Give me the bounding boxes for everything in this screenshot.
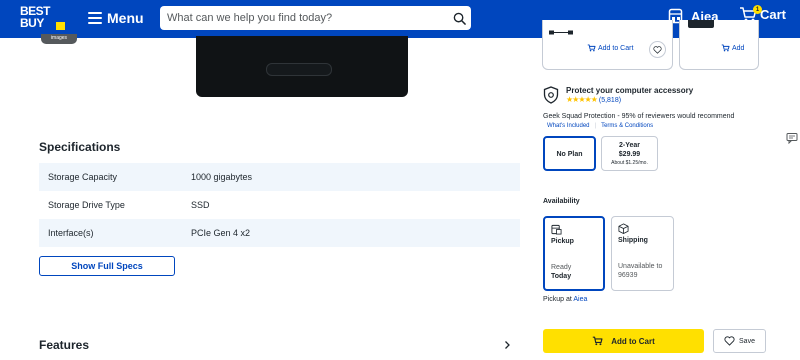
protection-description: Geek Squad Protection - 95% of reviewers… (543, 113, 735, 120)
heart-icon (653, 45, 662, 54)
cart-icon (593, 336, 603, 346)
spec-value: 1000 gigabytes (191, 172, 253, 182)
product-image-detail (266, 63, 332, 76)
protection-title: Protect your computer accessory (566, 86, 694, 95)
spec-row: Interface(s) PCIe Gen 4 x2 (39, 219, 520, 247)
show-full-specs-button[interactable]: Show Full Specs (39, 256, 175, 276)
plan-term: 2-Year (618, 142, 641, 149)
rec-save-button[interactable] (649, 41, 666, 58)
spec-name: Storage Drive Type (48, 200, 125, 210)
rec-add-to-cart-label: Add to Cart (598, 44, 634, 52)
product-thumbnail[interactable] (688, 20, 714, 28)
review-count[interactable]: (5,818) (599, 97, 621, 104)
shield-icon (543, 86, 559, 104)
protection-links: What's Included | Terms & Conditions (547, 123, 653, 129)
two-year-plan-option[interactable]: 2-Year $29.99 About $1.25/mo. (601, 136, 658, 171)
search-bar (160, 6, 471, 30)
recommendation-card: Add to Cart (542, 20, 673, 70)
link-divider: | (594, 123, 597, 129)
spec-name: Interface(s) (48, 228, 94, 238)
spec-row: Storage Capacity 1000 gigabytes (39, 163, 520, 191)
store-pickup-icon (551, 224, 562, 235)
search-icon[interactable] (447, 6, 471, 30)
logo-tag-icon (56, 22, 65, 30)
no-plan-label: No Plan (556, 151, 583, 158)
hamburger-icon (88, 12, 102, 24)
product-thumbnail[interactable] (549, 30, 573, 35)
product-page: BEST BUY Menu Aiea 1 Cart images Spec (0, 0, 800, 360)
cart-icon (587, 44, 596, 52)
feedback-button[interactable] (784, 130, 800, 146)
spec-value: SSD (191, 200, 210, 210)
cart-count-badge: 1 (753, 5, 762, 14)
save-label: Save (739, 337, 755, 345)
whats-included-link[interactable]: What's Included (547, 123, 590, 129)
shipping-status: Unavailable to (618, 263, 663, 270)
shipping-label: Shipping (618, 237, 648, 244)
spec-value: PCIe Gen 4 x2 (191, 228, 251, 238)
spec-row: Storage Drive Type SSD (39, 191, 520, 219)
pickup-option[interactable]: Pickup Ready Today (543, 216, 605, 291)
rec-add-label: Add (732, 44, 745, 52)
rec-add-to-cart-button[interactable]: Add to Cart (587, 44, 633, 52)
pickup-status: Ready (551, 264, 572, 271)
chevron-right-icon[interactable] (502, 340, 512, 350)
specifications-title: Specifications (39, 140, 121, 154)
gallery-images-label[interactable]: images (41, 34, 77, 44)
availability-title: Availability (543, 198, 580, 205)
terms-conditions-link[interactable]: Terms & Conditions (601, 123, 653, 129)
product-image[interactable] (196, 36, 408, 97)
pickup-at-label: Pickup at (543, 296, 572, 303)
features-title[interactable]: Features (39, 338, 89, 352)
shipping-option[interactable]: Shipping Unavailable to 96939 (611, 216, 674, 291)
add-to-cart-label: Add to Cart (611, 336, 655, 346)
menu-button[interactable]: Menu (88, 9, 144, 27)
pickup-label: Pickup (551, 238, 574, 245)
save-button[interactable]: Save (713, 329, 766, 353)
heart-icon (724, 336, 735, 346)
recommendation-card: Add (679, 20, 759, 70)
add-to-cart-button[interactable]: Add to Cart (543, 329, 704, 353)
menu-label: Menu (107, 10, 144, 26)
pickup-status-detail: Today (551, 273, 572, 280)
plan-monthly: About $1.25/mo. (611, 160, 648, 166)
shipping-zip: 96939 (618, 272, 638, 279)
half-star-icon: ★ (590, 95, 598, 104)
rec-add-to-cart-button[interactable]: Add (721, 44, 744, 52)
search-input[interactable] (160, 7, 447, 29)
feedback-icon (786, 133, 798, 144)
plan-price: $29.99 (618, 151, 641, 158)
pickup-store-link[interactable]: Aiea (573, 296, 587, 303)
spec-name: Storage Capacity (48, 172, 118, 182)
protection-rating[interactable]: ★ ★ ★ ★ ★ (5,818) (566, 96, 621, 104)
cart-label: Cart (760, 7, 787, 22)
package-icon (618, 223, 629, 234)
best-buy-logo[interactable]: BEST BUY (20, 5, 65, 35)
cart-icon (721, 44, 730, 52)
pickup-location: Pickup at Aiea (543, 296, 587, 303)
no-plan-option[interactable]: No Plan (543, 136, 596, 171)
